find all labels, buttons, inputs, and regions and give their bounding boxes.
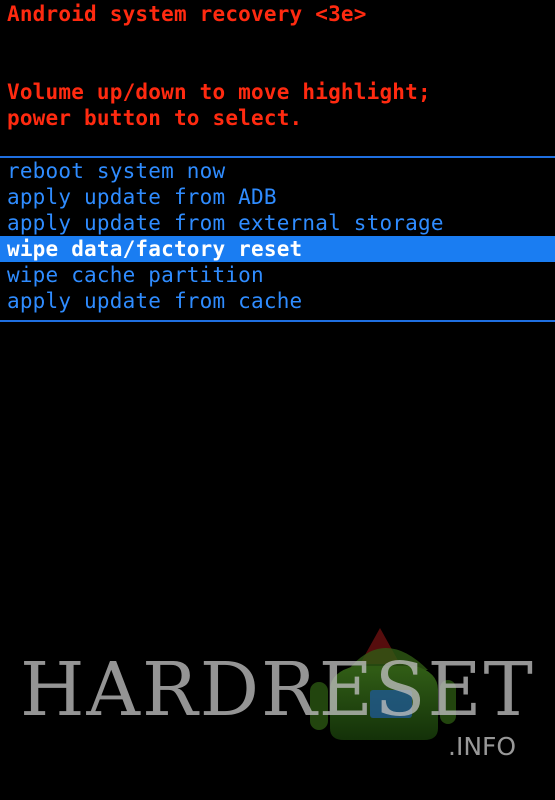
recovery-menu: reboot system now apply update from ADB … xyxy=(0,158,555,314)
instruction-line-1: Volume up/down to move highlight; xyxy=(7,80,431,104)
recovery-screen: Android system recovery <3e> Volume up/d… xyxy=(0,0,555,800)
menu-item-apply-update-from-adb[interactable]: apply update from ADB xyxy=(0,184,555,210)
menu-item-reboot-system-now[interactable]: reboot system now xyxy=(0,158,555,184)
menu-item-wipe-cache-partition[interactable]: wipe cache partition xyxy=(0,262,555,288)
menu-item-apply-update-from-cache[interactable]: apply update from cache xyxy=(0,288,555,314)
menu-bottom-divider xyxy=(0,320,555,322)
hardreset-watermark: HARDRESET xyxy=(20,647,535,733)
hardreset-watermark-suffix: .INFO xyxy=(448,732,517,761)
recovery-title: Android system recovery <3e> xyxy=(7,2,367,26)
instruction-line-2: power button to select. xyxy=(7,106,303,130)
menu-item-wipe-data-factory-reset[interactable]: wipe data/factory reset xyxy=(0,236,555,262)
menu-item-apply-update-from-external-storage[interactable]: apply update from external storage xyxy=(0,210,555,236)
